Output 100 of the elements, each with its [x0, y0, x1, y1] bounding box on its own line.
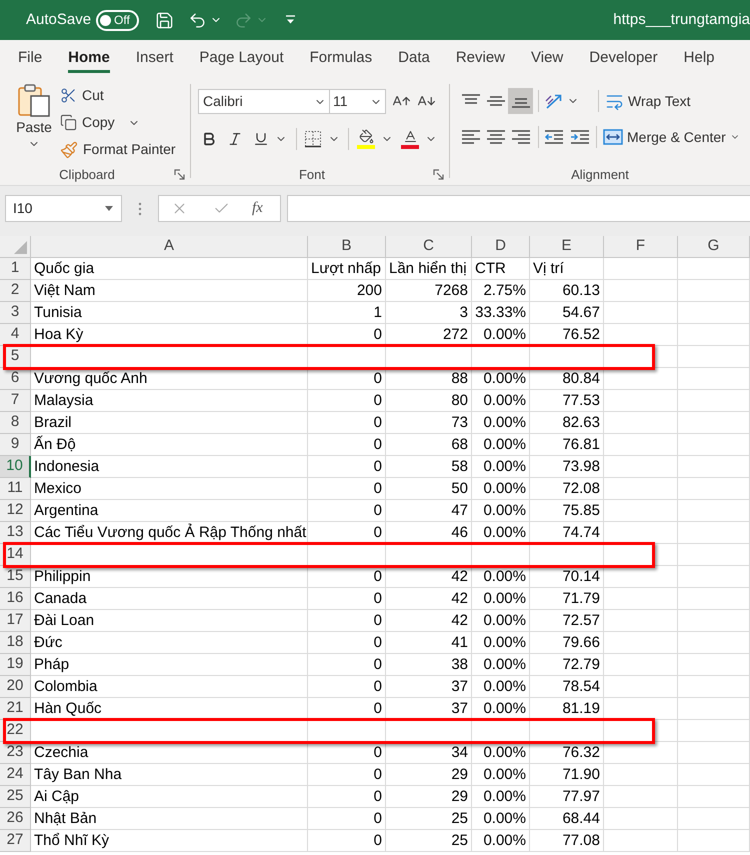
column-header[interactable]: A — [31, 236, 308, 258]
empty-cell — [678, 786, 750, 808]
ribbon-tab[interactable]: Insert — [122, 40, 186, 76]
row-number[interactable]: 2 — [0, 280, 31, 302]
row-number[interactable]: 20 — [0, 676, 31, 698]
align-button[interactable] — [508, 88, 533, 114]
row-number[interactable]: 16 — [0, 588, 31, 610]
row-number[interactable]: 9 — [0, 434, 31, 456]
fill-color-icon[interactable] — [357, 129, 375, 149]
row-number[interactable]: 26 — [0, 808, 31, 830]
row-number[interactable]: 8 — [0, 412, 31, 434]
font-size-field[interactable]: 11 — [330, 89, 386, 114]
empty-cell — [678, 808, 750, 830]
increase-indent-icon[interactable] — [570, 129, 590, 145]
row-number[interactable]: 12 — [0, 500, 31, 522]
row-number[interactable]: 13 — [0, 522, 31, 544]
row-number[interactable]: 21 — [0, 698, 31, 720]
wrap-text-button[interactable]: Wrap Text — [605, 88, 691, 114]
ribbon-tab[interactable]: Help — [670, 40, 728, 76]
row-number[interactable]: 4 — [0, 324, 31, 346]
row-number[interactable]: 19 — [0, 654, 31, 676]
table-cell: 0 — [308, 610, 386, 632]
table-cell: Lượt nhấp — [308, 258, 386, 280]
column-header[interactable]: F — [604, 236, 678, 258]
ribbon-tab[interactable]: View — [518, 40, 576, 76]
row-number[interactable]: 23 — [0, 742, 31, 764]
cut-button[interactable]: Cut — [60, 82, 180, 109]
italic-icon[interactable] — [227, 131, 243, 147]
row-number[interactable]: 3 — [0, 302, 31, 324]
bold-icon[interactable] — [201, 131, 217, 147]
column-header[interactable]: G — [678, 236, 750, 258]
empty-cell — [678, 280, 750, 302]
row-number[interactable]: 27 — [0, 830, 31, 852]
table-cell: 0 — [308, 786, 386, 808]
table-cell: 42 — [386, 610, 472, 632]
table-cell: 0 — [308, 390, 386, 412]
borders-icon[interactable] — [304, 130, 322, 148]
row-number[interactable]: 11 — [0, 478, 31, 500]
bar-triangle-icon[interactable] — [285, 15, 296, 25]
formula-input-field[interactable] — [287, 195, 750, 222]
column-header[interactable]: D — [472, 236, 530, 258]
empty-cell — [678, 302, 750, 324]
table-cell: 77.97 — [530, 786, 604, 808]
table-cell: 70.14 — [530, 566, 604, 588]
table-cell: 0 — [308, 500, 386, 522]
table-cell: Mexico — [31, 478, 308, 500]
table-cell: 79.66 — [530, 632, 604, 654]
row-number[interactable]: 7 — [0, 390, 31, 412]
row-number[interactable]: 6 — [0, 368, 31, 390]
column-header[interactable]: C — [386, 236, 472, 258]
table-cell: Pháp — [31, 654, 308, 676]
empty-cell — [678, 544, 750, 566]
underline-icon[interactable] — [253, 131, 269, 147]
corner-arrow-icon[interactable] — [174, 169, 185, 180]
ribbon-tab[interactable]: File — [5, 40, 56, 76]
ribbon-tab[interactable]: Formulas — [296, 40, 386, 76]
ribbon-tab[interactable]: Developer — [576, 40, 671, 76]
paste-button[interactable]: Paste — [12, 82, 56, 158]
ribbon-tab[interactable]: Data — [385, 40, 443, 76]
undo-icon[interactable] — [188, 10, 208, 30]
decrease-indent-icon[interactable] — [544, 129, 564, 145]
empty-cell — [678, 258, 750, 280]
table-cell: 77.53 — [530, 390, 604, 412]
table-cell: Ai Cập — [31, 786, 308, 808]
empty-cell — [678, 434, 750, 456]
save-icon[interactable] — [155, 10, 174, 30]
format-painter-button[interactable]: Format Painter — [60, 136, 180, 163]
table-cell: 0.00% — [472, 742, 530, 764]
merge-center-button[interactable]: Merge & Center — [603, 124, 740, 150]
row-number[interactable]: 1 — [0, 258, 31, 280]
table-cell: 0.00% — [472, 522, 530, 544]
table-cell: 82.63 — [530, 412, 604, 434]
row-number[interactable]: 25 — [0, 786, 31, 808]
corner-arrow-icon[interactable] — [433, 169, 444, 180]
insert-function-button[interactable]: fx — [252, 197, 263, 220]
row-number[interactable]: 18 — [0, 632, 31, 654]
row-number[interactable]: 24 — [0, 764, 31, 786]
table-cell: 80 — [386, 390, 472, 412]
table-cell: Canada — [31, 588, 308, 610]
column-header[interactable]: B — [308, 236, 386, 258]
row-number[interactable]: 17 — [0, 610, 31, 632]
ribbon-tab[interactable]: Home — [55, 40, 123, 76]
table-cell: 0 — [308, 434, 386, 456]
name-box-field[interactable]: I10 — [5, 195, 122, 222]
column-header[interactable]: E — [530, 236, 604, 258]
orientation-icon[interactable] — [544, 92, 564, 110]
table-cell: Malaysia — [31, 390, 308, 412]
ribbon-tab[interactable]: Review — [442, 40, 518, 76]
dropdown-triangle-icon[interactable] — [105, 206, 113, 211]
table-cell: 72.79 — [530, 654, 604, 676]
row-number[interactable]: 10 — [0, 456, 31, 478]
table-cell: 0 — [308, 368, 386, 390]
copy-button[interactable]: Copy — [60, 109, 180, 136]
ribbon-tab[interactable]: Page Layout — [186, 40, 297, 76]
empty-cell — [678, 522, 750, 544]
font-name-field[interactable]: Calibri — [198, 89, 330, 114]
font-color-icon[interactable] — [401, 129, 419, 149]
row-number[interactable]: 15 — [0, 566, 31, 588]
table-cell: 0 — [308, 676, 386, 698]
autosave-toggle[interactable]: Off — [96, 10, 140, 30]
